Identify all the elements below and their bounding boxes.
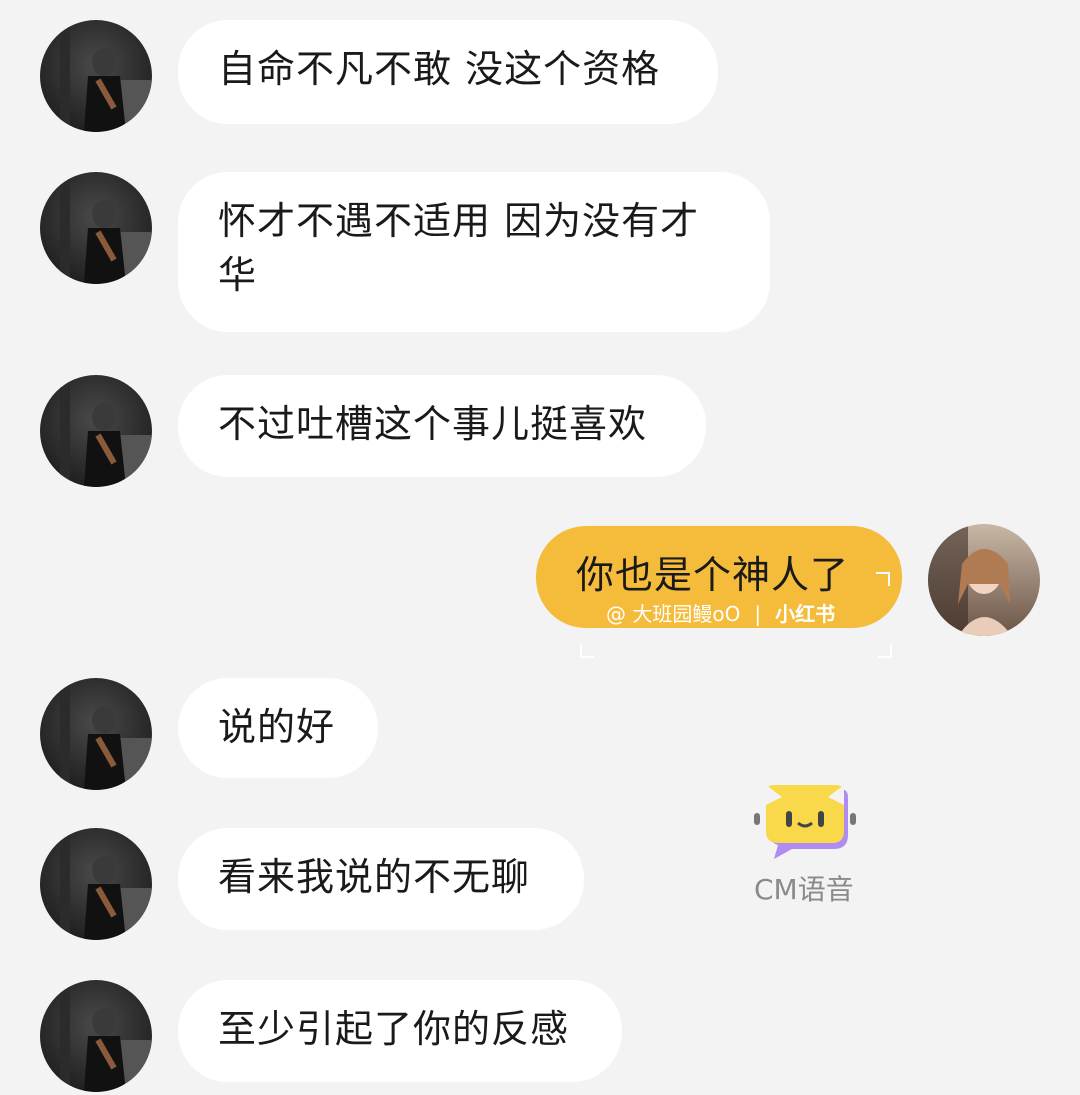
message-text: 你也是个神人了 [576, 553, 850, 597]
contact-avatar[interactable] [40, 375, 152, 487]
contact-avatar[interactable] [40, 980, 152, 1092]
contact-avatar[interactable] [40, 20, 152, 132]
contact-avatar[interactable] [40, 828, 152, 940]
crop-corner [580, 644, 594, 658]
cm-voice-logo-icon [754, 785, 856, 859]
my-avatar[interactable] [928, 524, 1040, 636]
message-text: 自命不凡不敢 没这个资格 [218, 47, 661, 91]
cm-voice-logo-text: CM语音 [754, 873, 854, 906]
watermark-brand: 小红书 [775, 602, 836, 626]
crop-corner [876, 572, 890, 586]
message-text: 不过吐槽这个事儿挺喜欢 [218, 402, 648, 446]
message-bubble: 说的好 [178, 678, 378, 778]
message-bubble: 至少引起了你的反感 [178, 980, 622, 1082]
message-bubble: 怀才不遇不适用 因为没有才华 [178, 172, 770, 332]
message-bubble: 自命不凡不敢 没这个资格 [178, 20, 718, 124]
message-text: 至少引起了你的反感 [218, 1007, 570, 1051]
crop-corner [878, 644, 892, 658]
message-bubble: 看来我说的不无聊 [178, 828, 584, 930]
message-text: 说的好 [218, 705, 336, 749]
watermark-separator: | [754, 602, 762, 626]
message-text: 怀才不遇不适用 因为没有才华 [218, 199, 700, 297]
xiaohongshu-watermark: @ 大班园鳗oO | 小红书 [606, 598, 835, 627]
contact-avatar[interactable] [40, 172, 152, 284]
watermark-handle: @ 大班园鳗oO [606, 602, 741, 626]
message-bubble: 不过吐槽这个事儿挺喜欢 [178, 375, 706, 477]
contact-avatar[interactable] [40, 678, 152, 790]
message-text: 看来我说的不无聊 [218, 855, 531, 899]
